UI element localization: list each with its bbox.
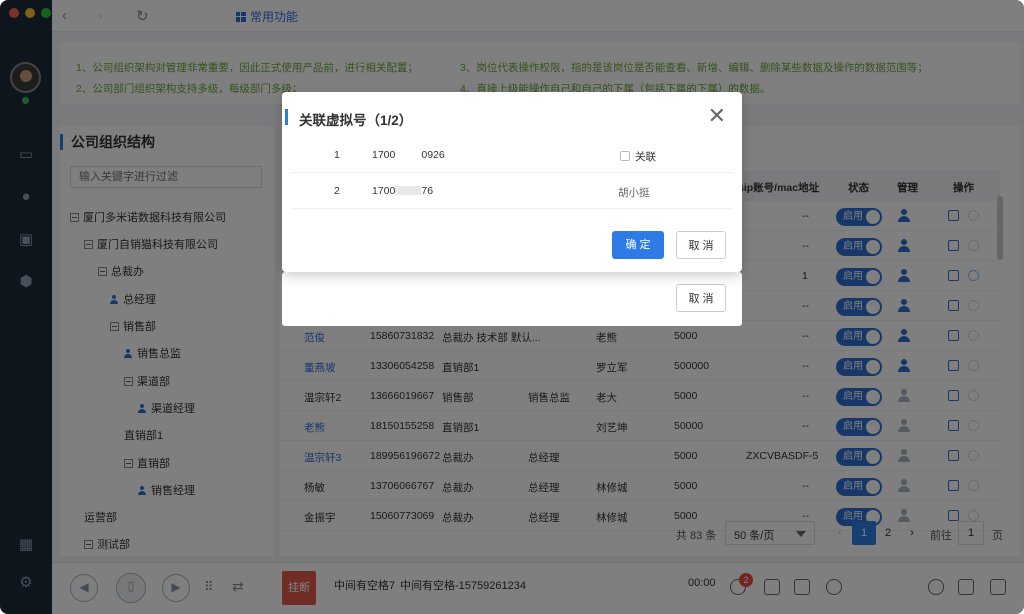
modal-title: 关联虚拟号（1/2） [284, 109, 412, 129]
associate-checkbox[interactable]: 关联 [620, 149, 656, 164]
row-index: 2 [334, 185, 340, 197]
background-cancel-button[interactable]: 取 消 [676, 284, 726, 312]
associate-label: 关联 [635, 151, 656, 163]
app-window: ▭ ● ▣ ⬢ ▦ ⚙ ‹ › ↻ 常用功能 1、公司组织架构对管理非常重要，因… [0, 0, 1024, 614]
virtual-number: 1700 76 [372, 185, 433, 197]
number-suffix: 76 [421, 185, 434, 197]
close-icon[interactable]: ✕ [708, 105, 726, 127]
virtual-number: 1700 0926 [372, 149, 445, 161]
number-prefix: 1700 [372, 149, 396, 161]
checkbox-icon[interactable] [620, 151, 630, 161]
row-index: 1 [334, 149, 340, 161]
confirm-button[interactable]: 确 定 [612, 231, 664, 259]
masked-digits [395, 150, 422, 159]
number-suffix: 0926 [421, 149, 445, 161]
number-prefix: 1700 [372, 185, 396, 197]
background-dialog: 取 消 [282, 272, 742, 326]
masked-digits [395, 186, 422, 195]
virtual-number-modal: 关联虚拟号（1/2） ✕ 1 1700 0926 关联 2 1700 76 胡小挺 … [282, 92, 742, 272]
assignee-name: 胡小挺 [618, 187, 650, 199]
cancel-button[interactable]: 取 消 [676, 231, 726, 259]
modal-row: 2 1700 76 胡小挺 [290, 173, 734, 209]
modal-row: 1 1700 0926 关联 [290, 137, 734, 173]
